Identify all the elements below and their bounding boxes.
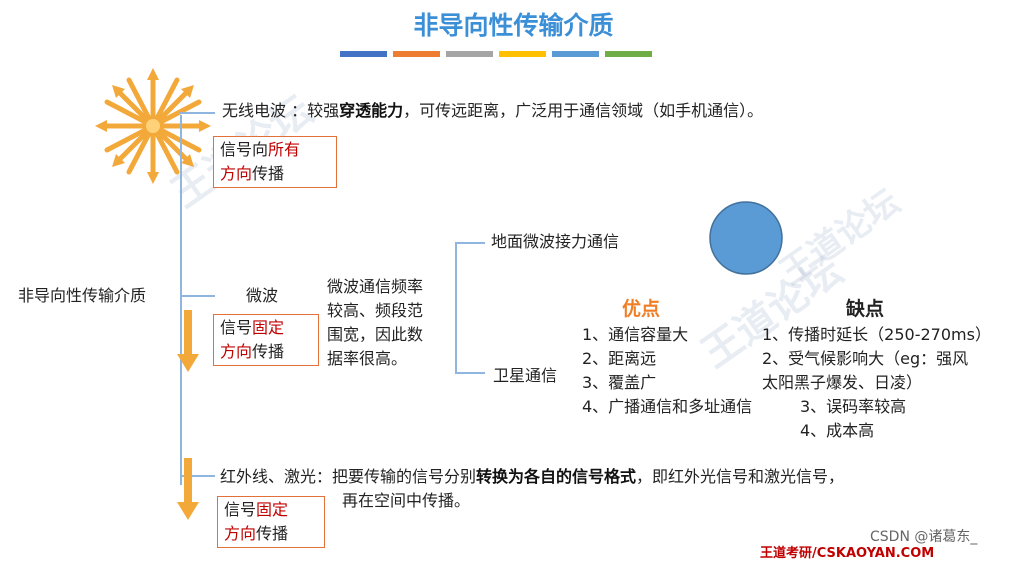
infrared-box-l2a: 方向 — [224, 524, 257, 543]
microwave-signal-box: 信号固定 方向传播 — [213, 314, 319, 366]
radio-box-l2b: 传播 — [252, 164, 285, 183]
infrared-text-bold: 转换为各自的信号格式 — [476, 467, 637, 486]
cons-item: 2、受气候影响大（eg：强风 — [762, 349, 969, 368]
microwave-desc-line: 较高、频段范 — [327, 301, 424, 320]
radio-text-bold: 穿透能力 — [339, 101, 404, 120]
microwave-description: 微波通信频率 较高、频段范 围宽，因此数 据率很高。 — [327, 275, 423, 371]
cons-title: 缺点 — [846, 298, 885, 320]
infrared-text-post: ，即红外光信号和激光信号， — [636, 467, 845, 486]
microwave-box-l2b: 传播 — [252, 342, 285, 361]
microwave-label: 微波 — [246, 286, 279, 305]
color-bar-6 — [605, 51, 652, 57]
root-label: 非导向性传输介质 — [18, 286, 147, 305]
pros-item: 4、广播通信和多址通信 — [582, 397, 753, 416]
color-bar-2 — [393, 51, 440, 57]
infrared-box-l1a: 信号 — [224, 500, 257, 519]
color-bar-1 — [340, 51, 387, 57]
radio-box-l1a: 信号向 — [220, 140, 269, 159]
radio-signal-box: 信号向所有 方向传播 — [213, 136, 337, 188]
microwave-box-l1b: 固定 — [252, 318, 285, 337]
infrared-description: 红外线、激光：把要传输的信号分别转换为各自的信号格式，即红外光信号和激光信号， — [220, 466, 844, 488]
cons-item: 1、传播时延长（250-270ms） — [762, 325, 991, 344]
radio-text-pre: 无线电波 ：较强 — [222, 101, 340, 120]
pros-list: 1、通信容量大 2、距离远 3、覆盖广 4、广播通信和多址通信 — [582, 323, 752, 419]
cons-item: 3、误码率较高 — [800, 397, 907, 416]
radio-branch-line — [180, 112, 215, 114]
pros-title: 优点 — [622, 298, 661, 320]
starburst-arrows-icon — [95, 68, 211, 184]
pros-item: 1、通信容量大 — [582, 325, 689, 344]
infrared-box-l2b: 传播 — [256, 524, 289, 543]
satellite-branch-line — [455, 372, 485, 374]
pros-item: 3、覆盖广 — [582, 373, 657, 392]
radio-box-l2a: 方向 — [220, 164, 253, 183]
main-vertical-line — [180, 115, 182, 485]
microwave-desc-line: 围宽，因此数 — [327, 325, 424, 344]
satellite-label: 卫星通信 — [493, 366, 558, 385]
infrared-signal-box: 信号固定 方向传播 — [217, 496, 325, 548]
radio-description: 无线电波 ：较强穿透能力，可传远距离，广泛用于通信领域（如手机通信）。 — [222, 100, 763, 122]
title-color-bars — [340, 51, 652, 57]
page-title: 非导向性传输介质 — [413, 11, 614, 40]
infrared-description-line2: 再在空间中传播。 — [342, 491, 471, 510]
cons-item: 太阳黑子爆发、日凌） — [762, 373, 923, 392]
cons-list: 1、传播时延长（250-270ms） 2、受气候影响大（eg：强风 太阳黑子爆发… — [762, 323, 991, 443]
microwave-desc-line: 微波通信频率 — [327, 277, 424, 296]
color-bar-3 — [446, 51, 493, 57]
infrared-text-pre: 红外线、激光：把要传输的信号分别 — [220, 467, 477, 486]
radio-box-l1b: 所有 — [268, 140, 301, 159]
cons-item: 4、成本高 — [800, 421, 875, 440]
footer-brand: 王道考研/CSKAOYAN.COM — [760, 546, 935, 561]
microwave-box-l2a: 方向 — [220, 342, 253, 361]
ground-microwave-label: 地面微波接力通信 — [491, 232, 620, 251]
color-bar-4 — [499, 51, 546, 57]
microwave-down-arrow-icon — [177, 310, 199, 372]
infrared-box-l1b: 固定 — [256, 500, 289, 519]
ground-branch-line — [455, 242, 485, 244]
root-branch-line — [180, 295, 215, 297]
infrared-down-arrow-icon — [177, 458, 199, 520]
radio-text-post: ，可传远距离，广泛用于通信领域（如手机通信）。 — [403, 101, 764, 120]
microwave-box-l1a: 信号 — [220, 318, 253, 337]
satellite-circle-icon — [709, 201, 783, 275]
color-bar-5 — [552, 51, 599, 57]
pros-item: 2、距离远 — [582, 349, 657, 368]
microwave-desc-line: 据率很高。 — [327, 349, 408, 368]
sub-vertical-line — [455, 242, 457, 374]
